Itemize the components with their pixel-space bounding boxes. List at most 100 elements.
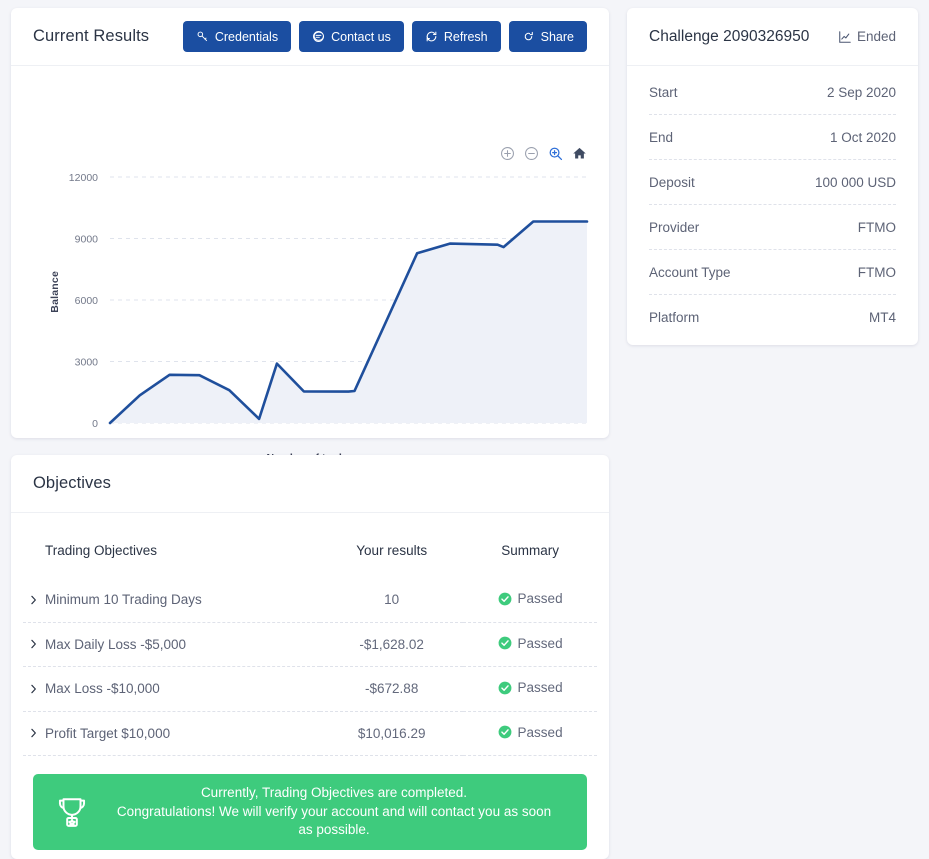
objective-result-cell: $10,016.29 xyxy=(320,711,464,756)
check-circle-icon xyxy=(498,636,511,650)
challenge-detail-value: 2 Sep 2020 xyxy=(826,84,896,100)
objective-name: Minimum 10 Trading Days xyxy=(45,592,202,608)
status-label: Passed xyxy=(517,635,563,651)
credentials-label: Credentials xyxy=(214,29,279,44)
table-row[interactable]: Minimum 10 Trading Days 10 Passed xyxy=(23,578,597,623)
success-banner: Currently, Trading Objectives are comple… xyxy=(33,774,587,850)
challenge-status-label: Ended xyxy=(856,29,896,44)
expand-chevron-icon[interactable] xyxy=(28,639,39,650)
status-label: Passed xyxy=(517,680,563,695)
objective-name-cell[interactable]: Max Loss -$10,000 xyxy=(23,666,321,712)
contact-us-button[interactable]: Contact us xyxy=(299,21,404,52)
objective-summary-cell: Passed xyxy=(463,578,597,623)
contact-us-label: Contact us xyxy=(331,29,391,44)
expand-chevron-icon[interactable] xyxy=(28,594,39,605)
status-label: Passed xyxy=(517,591,563,606)
challenge-header: Challenge 2090326950 Ended xyxy=(627,8,918,66)
challenge-detail-key: Deposit xyxy=(649,174,695,190)
objectives-table: Trading Objectives Your results Summary … xyxy=(23,529,597,756)
balance-chart: Balance Number of trades 030006000900012… xyxy=(11,66,609,464)
banner-line-1: Currently, Trading Objectives are comple… xyxy=(200,785,468,801)
challenge-details-list: Start 2 Sep 2020 End 1 Oct 2020 Deposit 100 0… xyxy=(627,66,918,340)
current-results-header: Current Results Credentials Contact us R… xyxy=(11,8,609,66)
table-row[interactable]: Max Loss -$10,000 -$672.88 Passed xyxy=(23,666,597,712)
share-label: Share xyxy=(540,29,574,44)
challenge-title: Challenge 2090326950 xyxy=(649,27,810,45)
challenge-detail-key: Account Type xyxy=(649,264,731,280)
objective-name: Profit Target $10,000 xyxy=(45,725,171,741)
objective-summary-cell: Passed xyxy=(463,622,597,667)
challenge-detail-value: 1 Oct 2020 xyxy=(829,129,896,145)
objective-name: Max Loss -$10,000 xyxy=(45,681,160,697)
chat-icon xyxy=(313,31,325,42)
challenge-detail-key: Platform xyxy=(649,310,700,325)
objective-name-cell[interactable]: Max Daily Loss -$5,000 xyxy=(23,622,321,667)
check-circle-icon xyxy=(498,592,511,605)
svg-text:6000: 6000 xyxy=(75,295,99,307)
success-banner-text: Currently, Trading Objectives are comple… xyxy=(103,784,565,840)
trophy-icon xyxy=(58,798,86,827)
objectives-card: Objectives Trading Objectives Your resul… xyxy=(11,455,609,859)
table-row[interactable]: Profit Target $10,000 $10,016.29 Passed xyxy=(23,711,597,756)
expand-chevron-icon[interactable] xyxy=(28,683,39,694)
challenge-detail-value: MT4 xyxy=(869,310,896,325)
challenge-detail-row: End 1 Oct 2020 xyxy=(649,115,896,160)
challenge-detail-row: Start 2 Sep 2020 xyxy=(649,70,896,115)
key-icon xyxy=(197,31,207,42)
page-title: Current Results xyxy=(33,27,150,45)
challenge-detail-row: Account Type FTMO xyxy=(649,250,896,295)
check-circle-icon xyxy=(498,681,511,694)
challenge-detail-key: Start xyxy=(649,84,678,100)
status-label: Passed xyxy=(517,724,563,740)
table-row[interactable]: Max Daily Loss -$5,000 -$1,628.02 Passed xyxy=(23,622,597,667)
status-badge: Passed xyxy=(498,636,563,651)
chart-canvas: 030006000900012000 036101316 xyxy=(69,172,589,430)
challenge-detail-value: FTMO xyxy=(857,264,896,280)
objective-name-cell[interactable]: Profit Target $10,000 xyxy=(23,711,321,756)
chart-y-ticks: 0 3000 6000 9000 12000 xyxy=(69,172,98,430)
svg-text:3000: 3000 xyxy=(75,357,99,369)
challenge-detail-value: FTMO xyxy=(857,219,896,235)
objective-result-cell: -$1,628.02 xyxy=(320,622,464,667)
challenge-detail-key: End xyxy=(649,129,674,145)
objective-result-cell: 10 xyxy=(320,578,464,623)
objective-name: Max Daily Loss -$5,000 xyxy=(45,636,187,652)
challenge-info-card: Challenge 2090326950 Ended Start 2 Sep 20… xyxy=(627,8,918,345)
challenge-status-badge[interactable]: Ended xyxy=(838,29,896,44)
banner-line-2: Congratulations! We will verify your acc… xyxy=(116,803,552,819)
objectives-title: Objectives xyxy=(33,474,112,492)
svg-text:12000: 12000 xyxy=(69,172,98,184)
column-header-results: Your results xyxy=(356,543,428,558)
status-badge: Passed xyxy=(498,591,563,606)
page-root: Current Results Credentials Contact us R… xyxy=(0,0,929,859)
share-icon xyxy=(524,31,533,41)
banner-line-3: as possible. xyxy=(298,822,370,838)
challenge-detail-value: 100 000 USD xyxy=(814,174,896,190)
svg-text:0: 0 xyxy=(92,418,98,430)
objective-summary-cell: Passed xyxy=(463,711,597,756)
challenge-detail-row: Provider FTMO xyxy=(649,205,896,250)
check-circle-icon xyxy=(498,725,511,739)
refresh-label: Refresh xyxy=(443,29,488,44)
objective-result-cell: -$672.88 xyxy=(320,666,464,712)
challenge-detail-row: Deposit 100 000 USD xyxy=(649,160,896,205)
header-actions: Credentials Contact us Refresh Share xyxy=(182,21,587,52)
column-header-objectives: Trading Objectives xyxy=(45,543,158,558)
refresh-button[interactable]: Refresh xyxy=(411,21,501,52)
column-header-summary: Summary xyxy=(501,543,559,558)
objectives-header: Objectives xyxy=(11,455,609,513)
objective-summary-cell: Passed xyxy=(463,666,597,712)
objectives-body: Trading Objectives Your results Summary … xyxy=(11,513,609,756)
refresh-icon xyxy=(426,31,437,42)
table-header-row: Trading Objectives Your results Summary xyxy=(23,529,597,578)
challenge-detail-row: Platform MT4 xyxy=(649,295,896,340)
objective-name-cell[interactable]: Minimum 10 Trading Days xyxy=(23,578,321,623)
share-button[interactable]: Share xyxy=(508,21,587,52)
expand-chevron-icon[interactable] xyxy=(28,728,39,739)
chart-line-icon xyxy=(839,30,851,43)
credentials-button[interactable]: Credentials xyxy=(182,21,292,52)
status-badge: Passed xyxy=(498,725,563,740)
status-badge: Passed xyxy=(498,680,563,695)
current-results-card: Current Results Credentials Contact us R… xyxy=(11,8,609,464)
svg-text:9000: 9000 xyxy=(75,234,99,246)
